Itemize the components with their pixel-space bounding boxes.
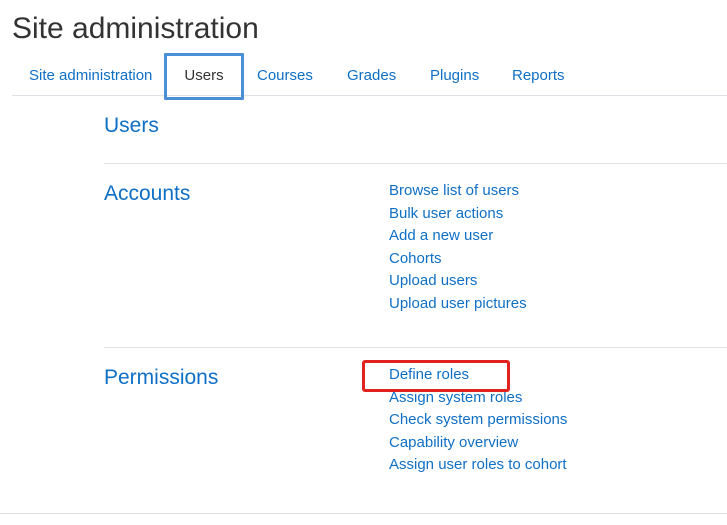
section-divider: [104, 347, 727, 348]
upload-user-pictures-link[interactable]: Upload user pictures: [389, 295, 527, 312]
cohorts-link[interactable]: Cohorts: [389, 250, 442, 267]
list-item: Capability overview: [389, 432, 567, 455]
list-item: Cohorts: [389, 248, 527, 271]
list-item: Add a new user: [389, 225, 527, 248]
list-item: Upload users: [389, 270, 527, 293]
bottom-divider: [0, 513, 727, 514]
list-item: Browse list of users: [389, 180, 527, 203]
list-item: Assign system roles: [389, 387, 567, 410]
section-divider: [104, 163, 727, 164]
tab-users[interactable]: Users: [167, 53, 241, 95]
accounts-link-list: Browse list of users Bulk user actions A…: [389, 180, 527, 315]
assign-system-roles-link[interactable]: Assign system roles: [389, 389, 522, 406]
assign-user-roles-to-cohort-link[interactable]: Assign user roles to cohort: [389, 456, 567, 473]
tab-site-administration[interactable]: Site administration: [29, 53, 152, 95]
list-item: Assign user roles to cohort: [389, 454, 567, 477]
page-title: Site administration: [12, 12, 259, 45]
browse-list-of-users-link[interactable]: Browse list of users: [389, 182, 519, 199]
bulk-user-actions-link[interactable]: Bulk user actions: [389, 205, 503, 222]
check-system-permissions-link[interactable]: Check system permissions: [389, 411, 567, 428]
list-item: Check system permissions: [389, 409, 567, 432]
admin-tabs: Site administration Users Courses Grades…: [12, 53, 727, 96]
list-item: Bulk user actions: [389, 203, 527, 226]
accounts-heading[interactable]: Accounts: [104, 182, 190, 206]
tab-courses[interactable]: Courses: [257, 53, 313, 95]
tab-reports[interactable]: Reports: [512, 53, 565, 95]
list-item: Define roles: [389, 364, 567, 387]
permissions-link-list: Define roles Assign system roles Check s…: [389, 364, 567, 477]
tab-grades[interactable]: Grades: [347, 53, 396, 95]
add-new-user-link[interactable]: Add a new user: [389, 227, 493, 244]
users-section-heading[interactable]: Users: [104, 114, 159, 138]
permissions-heading[interactable]: Permissions: [104, 366, 218, 390]
capability-overview-link[interactable]: Capability overview: [389, 434, 518, 451]
tab-plugins[interactable]: Plugins: [430, 53, 479, 95]
define-roles-link[interactable]: Define roles: [389, 366, 469, 383]
upload-users-link[interactable]: Upload users: [389, 272, 477, 289]
list-item: Upload user pictures: [389, 293, 527, 316]
